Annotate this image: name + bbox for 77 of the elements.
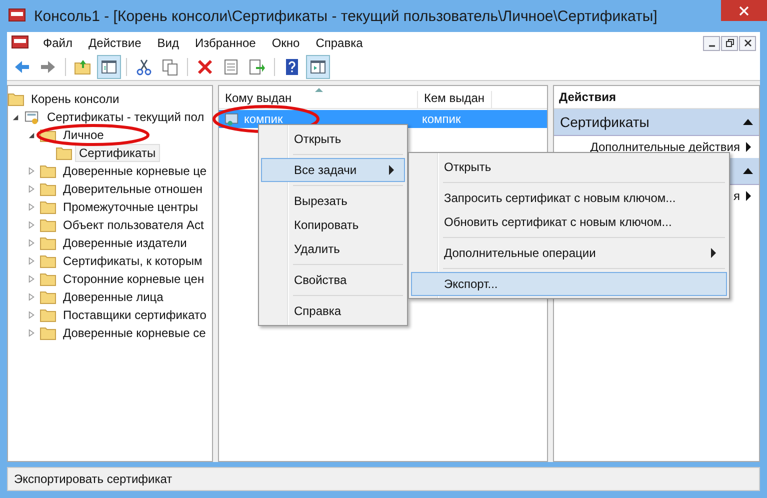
- menu-item[interactable]: Дополнительные операции: [411, 241, 727, 265]
- menu-item[interactable]: Экспорт...: [411, 272, 727, 296]
- menu-bar-item[interactable]: Окно: [264, 36, 308, 50]
- action-link[interactable]: Дополнительные действия: [590, 140, 740, 154]
- collapsed-arrow-icon[interactable]: [26, 185, 36, 193]
- tree-item[interactable]: Объект пользователя Act: [60, 217, 207, 233]
- menu-bar-item[interactable]: Избранное: [187, 36, 264, 50]
- tree-item[interactable]: Доверенные лица: [60, 289, 166, 305]
- collapsed-arrow-icon[interactable]: [26, 239, 36, 247]
- tree-item[interactable]: Доверенные корневые це: [60, 163, 210, 179]
- menu-item[interactable]: Запросить сертификат с новым ключом...: [411, 186, 727, 210]
- certificate-store-icon: [24, 110, 40, 124]
- restore-icon: [726, 39, 734, 47]
- collapsed-arrow-icon[interactable]: [26, 275, 36, 283]
- folder-icon: [40, 200, 56, 214]
- collapsed-arrow-icon[interactable]: [26, 221, 36, 229]
- section-header[interactable]: Сертификаты: [554, 109, 759, 136]
- close-button[interactable]: [739, 36, 756, 50]
- submenu-arrow-icon: [746, 191, 751, 201]
- menu-item[interactable]: Копировать: [261, 213, 405, 237]
- menu-item[interactable]: Удалить: [261, 237, 405, 261]
- column-header[interactable]: Кем выдан: [418, 91, 492, 108]
- tree-item[interactable]: Сторонние корневые цен: [60, 271, 208, 287]
- tree-item[interactable]: Доверенные корневые се: [60, 325, 209, 341]
- tree-item[interactable]: Сертификаты: [76, 145, 159, 161]
- sort-arrow-icon: [315, 88, 323, 92]
- console-app-icon: [8, 8, 26, 24]
- menu-bar-item[interactable]: Действие: [80, 36, 150, 50]
- collapsed-arrow-icon[interactable]: [26, 293, 36, 301]
- folder-icon: [40, 290, 56, 304]
- tree-item[interactable]: Доверенные издатели: [60, 235, 190, 251]
- action-pane-icon[interactable]: [307, 56, 329, 78]
- close-icon: [739, 6, 749, 16]
- collapsed-arrow-icon[interactable]: [26, 167, 36, 175]
- folder-icon: [40, 254, 56, 268]
- menu-bar-item[interactable]: Вид: [149, 36, 187, 50]
- tree-item[interactable]: Поставщики сертификато: [60, 307, 210, 323]
- folder-icon: [40, 164, 56, 178]
- close-icon: [744, 39, 752, 47]
- pane-toggle-icon[interactable]: [98, 56, 120, 78]
- menu-item[interactable]: Открыть: [411, 155, 727, 179]
- status-text: Экспортировать сертификат: [14, 472, 172, 486]
- menu-item[interactable]: Справка: [261, 299, 405, 323]
- tree-item[interactable]: Доверительные отношен: [60, 181, 206, 197]
- section-header[interactable]: [729, 158, 759, 185]
- folder-icon: [40, 272, 56, 286]
- console-app-icon: [11, 35, 29, 51]
- folder-icon: [40, 326, 56, 340]
- folder-icon: [8, 92, 24, 106]
- collapsed-arrow-icon[interactable]: [26, 311, 36, 319]
- certificate-icon: [224, 112, 240, 126]
- folder-icon: [56, 146, 72, 160]
- tree-item[interactable]: Промежуточные центры: [60, 199, 202, 215]
- folder-icon: [40, 182, 56, 196]
- restore-button[interactable]: [721, 36, 738, 50]
- collapsed-arrow-icon[interactable]: [26, 329, 36, 337]
- menu-item[interactable]: Открыть: [261, 127, 405, 151]
- menu-bar-item[interactable]: Файл: [35, 36, 81, 50]
- folder-icon: [40, 218, 56, 232]
- table-cell: компик: [244, 112, 283, 126]
- tree-item[interactable]: Сертификаты, к которым: [60, 253, 206, 269]
- tree-item[interactable]: Корень консоли: [28, 91, 122, 107]
- table-cell: компик: [422, 112, 461, 126]
- folder-icon: [40, 308, 56, 322]
- collapsed-arrow-icon[interactable]: [26, 257, 36, 265]
- menu-item[interactable]: Обновить сертификат с новым ключом...: [411, 210, 727, 234]
- collapsed-arrow-icon[interactable]: [26, 203, 36, 211]
- menu-item[interactable]: Все задачи: [261, 158, 405, 182]
- menu-bar-item[interactable]: Справка: [308, 36, 371, 50]
- submenu-arrow-icon: [746, 142, 751, 152]
- folder-icon: [40, 236, 56, 250]
- tree-item[interactable]: Сертификаты - текущий пол: [44, 109, 208, 125]
- menu-item[interactable]: Свойства: [261, 268, 405, 292]
- menu-item[interactable]: Вырезать: [261, 189, 405, 213]
- minimize-button[interactable]: [703, 36, 720, 50]
- action-link[interactable]: я: [734, 189, 740, 203]
- window-title: Консоль1 - [Корень консоли\Сертификаты - текущий пользователь\Личное\Сертификаты]: [34, 8, 658, 24]
